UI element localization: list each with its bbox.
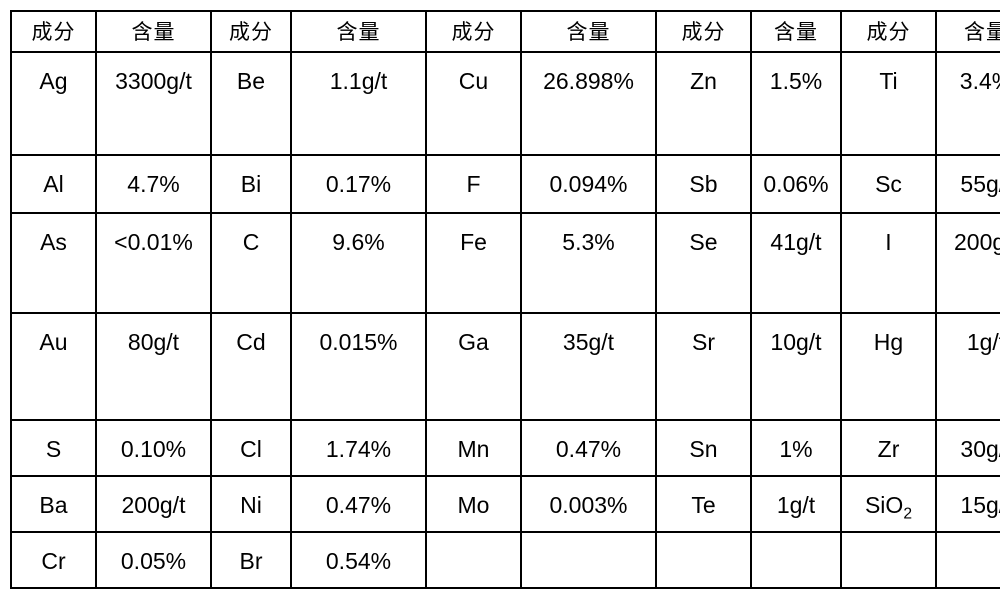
cell-component: Zn	[655, 51, 752, 156]
cell-content: 55g/t	[935, 154, 1000, 214]
cell-content: 0.10%	[95, 419, 212, 477]
table-header-row: 成分 含量 成分 含量 成分 含量 成分 含量 成分 含量	[10, 10, 1000, 53]
cell-content: 1.1g/t	[290, 51, 427, 156]
column-header-component-5: 成分	[840, 10, 937, 53]
cell-component: Ni	[210, 475, 292, 533]
cell-content: 200g/t	[95, 475, 212, 533]
cell-component: Cl	[210, 419, 292, 477]
cell-content: 3.4%	[935, 51, 1000, 156]
cell-content: <0.01%	[95, 212, 212, 314]
cell-content: 5.3%	[520, 212, 657, 314]
cell-component: Sc	[840, 154, 937, 214]
column-header-component-4: 成分	[655, 10, 752, 53]
cell-component: Br	[210, 531, 292, 589]
table-row: Ag 3300g/t Be 1.1g/t Cu 26.898% Zn 1.5% …	[10, 51, 1000, 156]
cell-content: 0.47%	[290, 475, 427, 533]
cell-content: 0.06%	[750, 154, 842, 214]
composition-table: 成分 含量 成分 含量 成分 含量 成分 含量 成分 含量 Ag 3300g/t…	[10, 10, 1000, 589]
table-row: Ba 200g/t Ni 0.47% Mo 0.003% Te 1g/t SiO…	[10, 475, 1000, 533]
table-row: S 0.10% Cl 1.74% Mn 0.47% Sn 1% Zr 30g/t	[10, 419, 1000, 477]
cell-content: 1g/t	[935, 312, 1000, 421]
cell-content: 1.5%	[750, 51, 842, 156]
cell-component: Cr	[10, 531, 97, 589]
table-row: Cr 0.05% Br 0.54%	[10, 531, 1000, 589]
formula-subscript: 2	[903, 505, 913, 523]
cell-content: 41g/t	[750, 212, 842, 314]
cell-content: 0.003%	[520, 475, 657, 533]
cell-component-silica: SiO2	[840, 475, 937, 533]
cell-content: 15g/t	[935, 475, 1000, 533]
cell-component: F	[425, 154, 522, 214]
cell-empty	[750, 531, 842, 589]
cell-component: S	[10, 419, 97, 477]
cell-component: I	[840, 212, 937, 314]
composition-table-container: 成分 含量 成分 含量 成分 含量 成分 含量 成分 含量 Ag 3300g/t…	[10, 10, 1000, 589]
cell-content: 1%	[750, 419, 842, 477]
column-header-content-5: 含量	[935, 10, 1000, 53]
cell-content: 200g/t	[935, 212, 1000, 314]
cell-component: Zr	[840, 419, 937, 477]
cell-content: 4.7%	[95, 154, 212, 214]
cell-component: Ga	[425, 312, 522, 421]
composition-table-body: 成分 含量 成分 含量 成分 含量 成分 含量 成分 含量 Ag 3300g/t…	[10, 10, 1000, 589]
cell-content: 1.74%	[290, 419, 427, 477]
cell-component: Mn	[425, 419, 522, 477]
column-header-content-1: 含量	[95, 10, 212, 53]
cell-content: 26.898%	[520, 51, 657, 156]
cell-component: Al	[10, 154, 97, 214]
table-row: Al 4.7% Bi 0.17% F 0.094% Sb 0.06% Sc 55…	[10, 154, 1000, 214]
cell-component: Ag	[10, 51, 97, 156]
cell-content: 0.47%	[520, 419, 657, 477]
cell-empty	[425, 531, 522, 589]
column-header-component-3: 成分	[425, 10, 522, 53]
cell-component: Be	[210, 51, 292, 156]
column-header-content-3: 含量	[520, 10, 657, 53]
cell-component: Se	[655, 212, 752, 314]
cell-component: Cu	[425, 51, 522, 156]
cell-component: Te	[655, 475, 752, 533]
cell-content: 9.6%	[290, 212, 427, 314]
cell-empty	[520, 531, 657, 589]
cell-component: C	[210, 212, 292, 314]
table-row: Au 80g/t Cd 0.015% Ga 35g/t Sr 10g/t Hg …	[10, 312, 1000, 421]
cell-component: Ti	[840, 51, 937, 156]
cell-component: Fe	[425, 212, 522, 314]
cell-content: 3300g/t	[95, 51, 212, 156]
cell-component: Ba	[10, 475, 97, 533]
cell-component: As	[10, 212, 97, 314]
cell-content: 0.17%	[290, 154, 427, 214]
cell-component: Sn	[655, 419, 752, 477]
cell-component: Mo	[425, 475, 522, 533]
cell-component: Bi	[210, 154, 292, 214]
cell-component: Cd	[210, 312, 292, 421]
cell-content: 35g/t	[520, 312, 657, 421]
cell-component: Sb	[655, 154, 752, 214]
cell-empty	[655, 531, 752, 589]
cell-content: 0.094%	[520, 154, 657, 214]
cell-component: Hg	[840, 312, 937, 421]
cell-empty	[935, 531, 1000, 589]
cell-content: 0.54%	[290, 531, 427, 589]
cell-component: Au	[10, 312, 97, 421]
column-header-content-4: 含量	[750, 10, 842, 53]
column-header-content-2: 含量	[290, 10, 427, 53]
cell-content: 0.05%	[95, 531, 212, 589]
cell-content: 30g/t	[935, 419, 1000, 477]
cell-content: 0.015%	[290, 312, 427, 421]
cell-content: 1g/t	[750, 475, 842, 533]
column-header-component-2: 成分	[210, 10, 292, 53]
column-header-component-1: 成分	[10, 10, 97, 53]
table-row: As <0.01% C 9.6% Fe 5.3% Se 41g/t I 200g…	[10, 212, 1000, 314]
cell-content: 10g/t	[750, 312, 842, 421]
cell-empty	[840, 531, 937, 589]
cell-content: 80g/t	[95, 312, 212, 421]
cell-component: Sr	[655, 312, 752, 421]
